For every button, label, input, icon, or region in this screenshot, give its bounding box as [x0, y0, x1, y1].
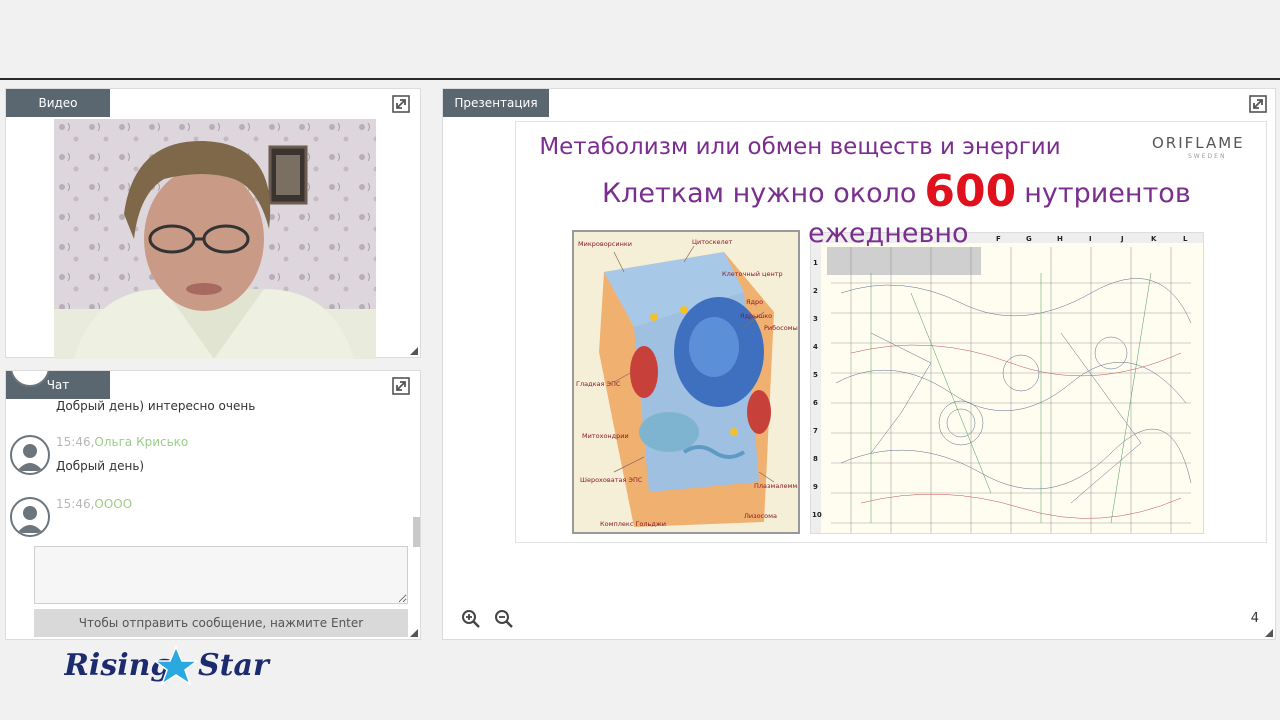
video-tab[interactable]: Видео [6, 89, 110, 117]
message-input[interactable] [34, 546, 408, 604]
resize-grip-icon[interactable] [410, 629, 418, 637]
rising-star-logo-image: Rising Star [63, 645, 271, 686]
resize-grip-icon[interactable] [1265, 629, 1273, 637]
avatar [10, 435, 50, 475]
cell-label: Шероховатая ЭПС [580, 476, 643, 484]
expand-icon[interactable] [392, 95, 410, 113]
rising-star-logo: Rising Star [63, 643, 284, 693]
cell-diagram: Микроворсинки Цитоскелет Клеточный центр… [572, 230, 800, 534]
slide-heading-line2: ежедневно [808, 218, 969, 249]
grid-col-label: G [1026, 235, 1032, 243]
cell-label: Ядро [746, 298, 763, 306]
webcam-video[interactable] [54, 119, 376, 359]
slide-heading-after: нутриентов [1024, 178, 1191, 209]
chat-message-meta: 15:46,Ольга Крисько [56, 435, 188, 449]
grid-col-label: F [996, 235, 1001, 243]
chat-message-text: Добрый день) интересно очень [56, 399, 256, 413]
video-panel: Видео [5, 88, 421, 359]
chat-message-text: Добрый день) [56, 459, 145, 473]
presentation-tab-label: Презентация [454, 96, 538, 110]
user-icon [17, 506, 43, 533]
avatar [10, 371, 50, 387]
slide-heading-number: 600 [924, 166, 1017, 217]
chat-message: Добрый день) интересно очень [10, 371, 410, 431]
brand-text-left: Rising [64, 648, 171, 683]
cell-label: Комплекс Гольджи [600, 520, 666, 528]
webcam-frame-image [54, 119, 376, 359]
brand-text-right: Star [198, 648, 271, 683]
grid-col-label: J [1120, 235, 1124, 243]
grid-row-label: 4 [813, 343, 818, 351]
chat-message-author: ОООО [94, 497, 133, 511]
cell-label: Митохондрии [582, 432, 629, 440]
chat-message-meta: 15:46,ОООО [56, 497, 132, 511]
grid-row-label: 6 [813, 399, 818, 407]
cell-label: Клеточный центр [722, 270, 783, 278]
video-tab-label: Видео [38, 96, 78, 110]
grid-col-label: I [1089, 235, 1092, 243]
grid-row-label: 1 [813, 259, 818, 267]
grid-row-label: 2 [813, 287, 818, 295]
cell-label: Гладкая ЭПС [576, 380, 621, 388]
zoom-in-icon[interactable] [461, 609, 481, 629]
cell-label: Микроворсинки [578, 240, 632, 248]
metabolic-pathways-image: F G H I J K L 1 2 3 4 5 6 7 8 9 10 [811, 233, 1203, 533]
cell-label: Рибосомы [764, 324, 798, 332]
grid-col-label: H [1057, 235, 1063, 243]
grid-row-label: 10 [812, 511, 822, 519]
grid-col-label: K [1151, 235, 1157, 243]
grid-row-label: 7 [813, 427, 818, 435]
chat-panel: Чат Добрый день) интересно очень 15:46,О… [5, 370, 421, 640]
cell-label: Ядрышко [740, 312, 772, 320]
zoom-out-icon[interactable] [494, 609, 514, 629]
cell-label: Лизосома [744, 512, 777, 520]
chat-message-time: 15:46, [56, 435, 95, 449]
presentation-panel: Презентация Метаболизм или обмен веществ… [442, 88, 1276, 640]
avatar [10, 497, 50, 537]
slide-heading-before: Клеткам нужно около [602, 178, 917, 209]
cell-diagram-image: Микроворсинки Цитоскелет Клеточный центр… [574, 232, 798, 532]
presentation-tab[interactable]: Презентация [443, 89, 549, 117]
cell-label: Плазмалемма [754, 482, 798, 490]
oriflame-logo: ORIFLAME [1152, 134, 1245, 152]
chat-message-author: Ольга Крисько [94, 435, 189, 449]
cell-label: Цитоскелет [692, 238, 733, 246]
page-number: 4 [1250, 611, 1259, 626]
chat-scrollbar[interactable] [413, 517, 420, 547]
slide-title: Метаболизм или обмен веществ и энергии [539, 134, 1061, 160]
grid-row-label: 9 [813, 483, 818, 491]
chat-message-time: 15:46, [56, 497, 95, 511]
slide: Метаболизм или обмен веществ и энергии O… [515, 121, 1267, 543]
expand-icon[interactable] [1249, 95, 1267, 113]
send-hint: Чтобы отправить сообщение, нажмите Enter [34, 609, 408, 637]
resize-grip-icon[interactable] [410, 347, 418, 355]
metabolic-pathways-chart: F G H I J K L 1 2 3 4 5 6 7 8 9 10 [810, 232, 1204, 534]
user-icon [17, 444, 43, 471]
grid-row-label: 8 [813, 455, 818, 463]
slide-heading: Клеткам нужно около 600 нутриентов [602, 166, 1191, 217]
grid-col-label: L [1183, 235, 1188, 243]
send-hint-label: Чтобы отправить сообщение, нажмите Enter [78, 616, 364, 630]
grid-row-label: 5 [813, 371, 818, 379]
chat-message: 15:46,Ольга Крисько Добрый день) [10, 435, 410, 491]
grid-row-label: 3 [813, 315, 818, 323]
oriflame-logo-sub: SWEDEN [1188, 153, 1227, 160]
top-divider [0, 78, 1280, 80]
chat-message: 15:46,ОООО [10, 497, 410, 553]
